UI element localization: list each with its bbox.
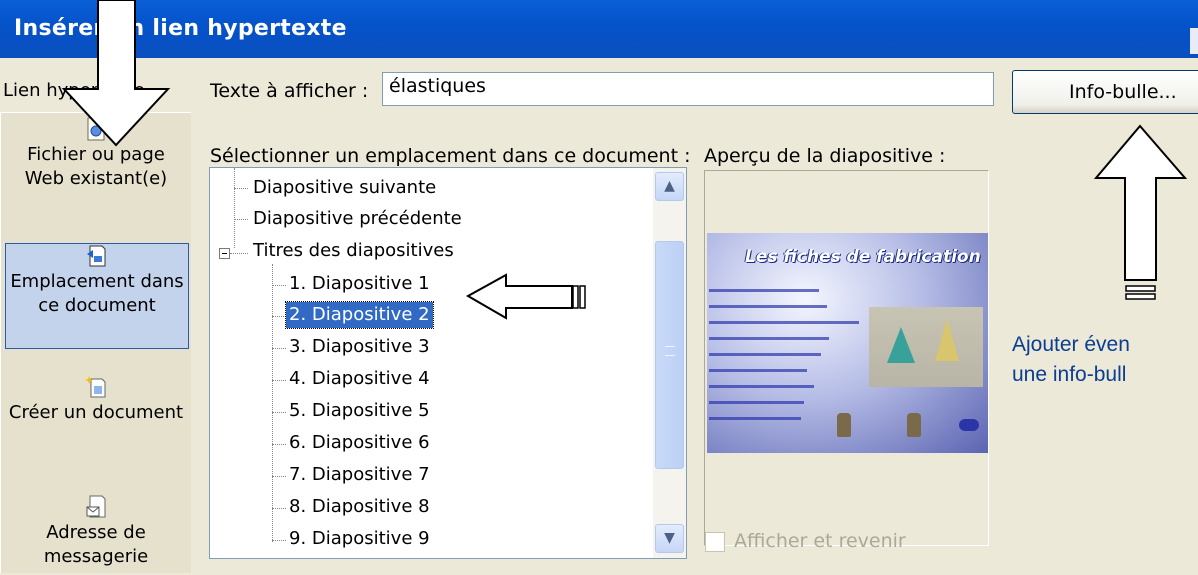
- tree-item[interactable]: 6. Diapositive 6: [286, 430, 433, 456]
- show-and-return-checkbox[interactable]: [705, 532, 725, 552]
- slide-title: Les fiches de fabrication: [745, 247, 981, 267]
- link-to-label: Lien hypertexte: [3, 80, 145, 101]
- sidebar-item-create-document[interactable]: Créer un document: [5, 375, 187, 471]
- collapse-toggle[interactable]: [219, 248, 230, 259]
- sidebar-item-existing-file[interactable]: Fichier ou page Web existant(e): [5, 117, 187, 225]
- scroll-thumb[interactable]: [655, 241, 684, 469]
- title-bar: Insérer un lien hypertexte: [0, 0, 1198, 58]
- sidebar-item-label: Fichier ou page Web existant(e): [24, 144, 168, 189]
- tree-item[interactable]: 5. Diapositive 5: [286, 398, 433, 424]
- annotation-line: une info-bull: [1012, 363, 1127, 386]
- sidebar-item-label: Créer un document: [8, 402, 184, 423]
- tree-item[interactable]: Diapositive précédente: [250, 206, 465, 232]
- show-and-return-label: Afficher et revenir: [734, 530, 906, 552]
- tree-item-selected[interactable]: 2. Diapositive 2: [285, 301, 434, 329]
- email-icon: [86, 495, 106, 518]
- scroll-down-icon[interactable]: ▼: [655, 524, 684, 553]
- tree-item[interactable]: 4. Diapositive 4: [286, 366, 433, 392]
- display-text-label: Texte à afficher :: [210, 80, 369, 102]
- window-title: Insérer un lien hypertexte: [14, 16, 347, 41]
- preview-label: Aperçu de la diapositive :: [704, 145, 946, 167]
- tree-item[interactable]: 1. Diapositive 1: [286, 271, 433, 297]
- location-label: Sélectionner un emplacement dans ce docu…: [210, 145, 691, 167]
- tree-scrollbar[interactable]: ▲ ▼: [653, 168, 686, 558]
- tree-item[interactable]: 9. Diapositive 9: [286, 526, 433, 552]
- tree-item-slide-titles[interactable]: Titres des diapositives: [250, 238, 457, 264]
- close-button-edge[interactable]: [1190, 28, 1198, 54]
- tooltip-button[interactable]: Info-bulle...: [1012, 70, 1198, 114]
- link-to-sidebar: Fichier ou page Web existant(e) Emplacem…: [0, 112, 191, 573]
- sidebar-item-place-in-document[interactable]: Emplacement dans ce document: [5, 243, 189, 349]
- sidebar-item-email-address[interactable]: Adresse de messagerie: [5, 495, 187, 575]
- document-place-icon: [87, 245, 106, 267]
- up-arrow-icon: [1093, 124, 1188, 281]
- sidebar-item-label: Adresse de messagerie: [43, 522, 149, 567]
- slide-photo: [869, 307, 983, 387]
- new-document-icon: [85, 376, 106, 398]
- location-tree[interactable]: Diapositive suivante Diapositive précéde…: [209, 167, 687, 559]
- web-page-icon: [87, 117, 105, 141]
- annotation-text: Ajouter éven une info-bull: [1012, 330, 1130, 390]
- scroll-up-icon[interactable]: ▲: [655, 172, 684, 201]
- tree-item[interactable]: 3. Diapositive 3: [286, 334, 433, 360]
- annotation-line: Ajouter éven: [1012, 333, 1130, 356]
- display-text-input[interactable]: élastiques: [382, 72, 994, 106]
- slide-thumbnail: Les fiches de fabrication: [707, 233, 988, 453]
- tree-item[interactable]: 8. Diapositive 8: [286, 494, 433, 520]
- sidebar-item-label: Emplacement dans ce document: [10, 271, 184, 316]
- tree-item[interactable]: 7. Diapositive 7: [286, 462, 433, 488]
- tree-item[interactable]: Diapositive suivante: [250, 175, 439, 201]
